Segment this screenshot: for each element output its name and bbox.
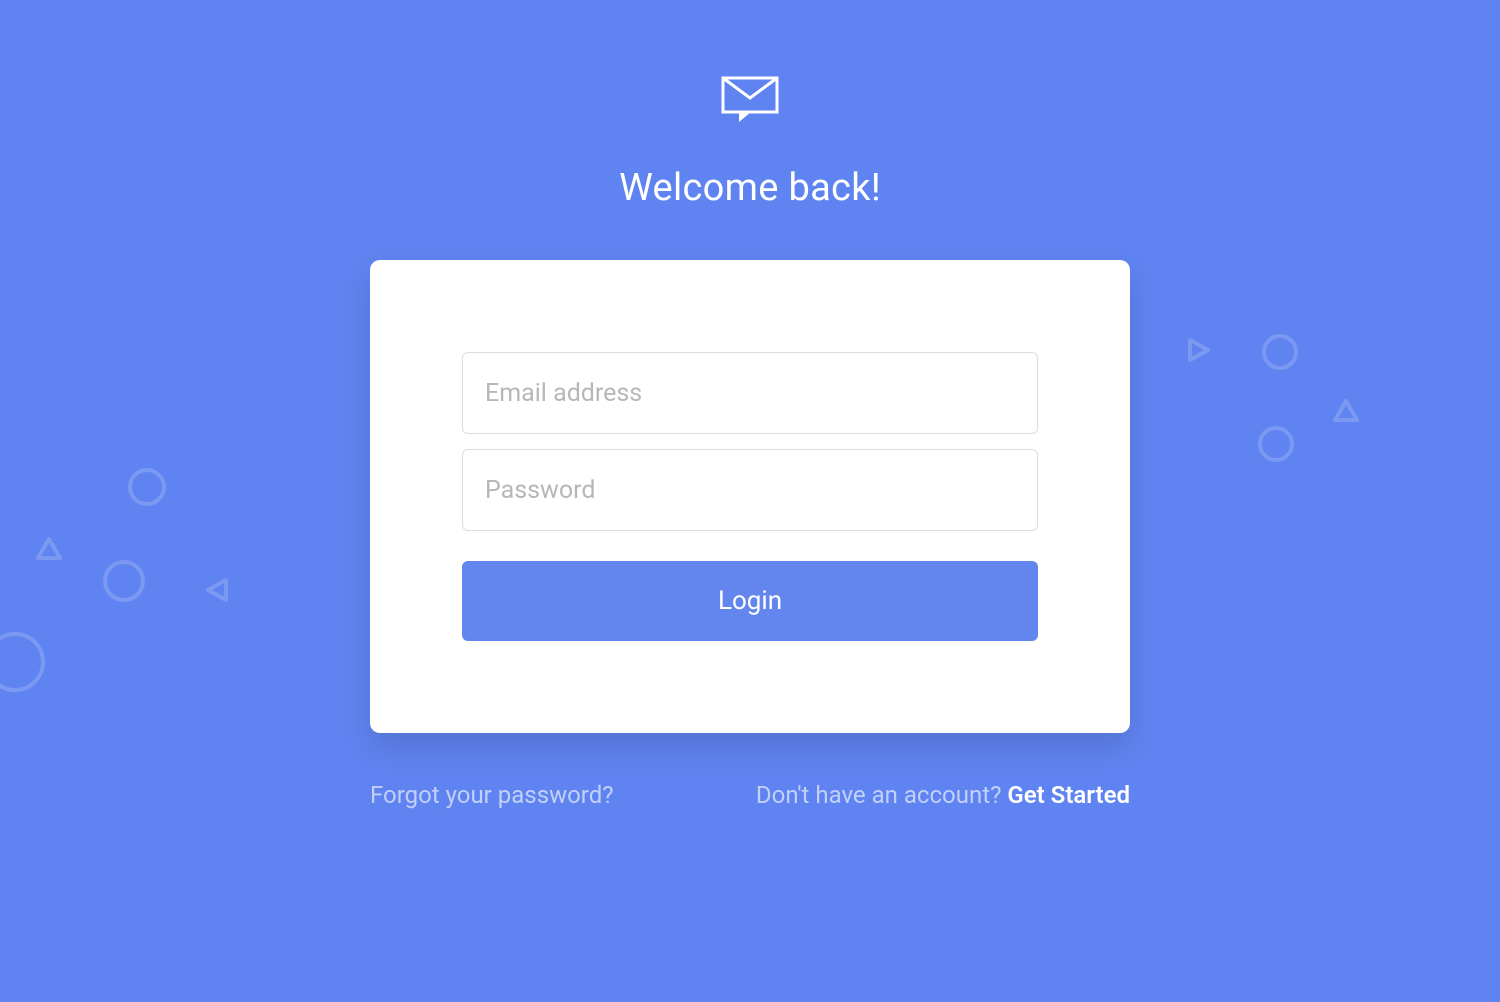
bg-triangle-icon bbox=[1332, 398, 1360, 430]
get-started-link[interactable]: Get Started bbox=[1007, 781, 1130, 809]
footer-links: Forgot your password? Don't have an acco… bbox=[370, 781, 1130, 809]
login-card: Login bbox=[370, 260, 1130, 733]
header: Welcome back! bbox=[619, 76, 881, 210]
password-field[interactable] bbox=[462, 449, 1038, 531]
bg-circle-icon bbox=[103, 560, 145, 602]
bg-triangle-icon bbox=[1184, 336, 1212, 368]
forgot-password-link[interactable]: Forgot your password? bbox=[370, 781, 614, 809]
bg-circle-icon bbox=[1258, 426, 1294, 462]
bg-circle-icon bbox=[128, 468, 166, 506]
signup-prompt-text: Don't have an account? bbox=[756, 781, 1007, 809]
page-title: Welcome back! bbox=[619, 166, 881, 210]
bg-circle-icon bbox=[1262, 334, 1298, 370]
email-field[interactable] bbox=[462, 352, 1038, 434]
bg-triangle-icon bbox=[35, 536, 63, 568]
bg-circle-icon bbox=[0, 632, 45, 692]
login-button[interactable]: Login bbox=[462, 561, 1038, 641]
bg-triangle-icon bbox=[204, 576, 232, 608]
signup-prompt: Don't have an account? Get Started bbox=[756, 781, 1130, 809]
mail-chat-logo-icon bbox=[721, 76, 779, 126]
